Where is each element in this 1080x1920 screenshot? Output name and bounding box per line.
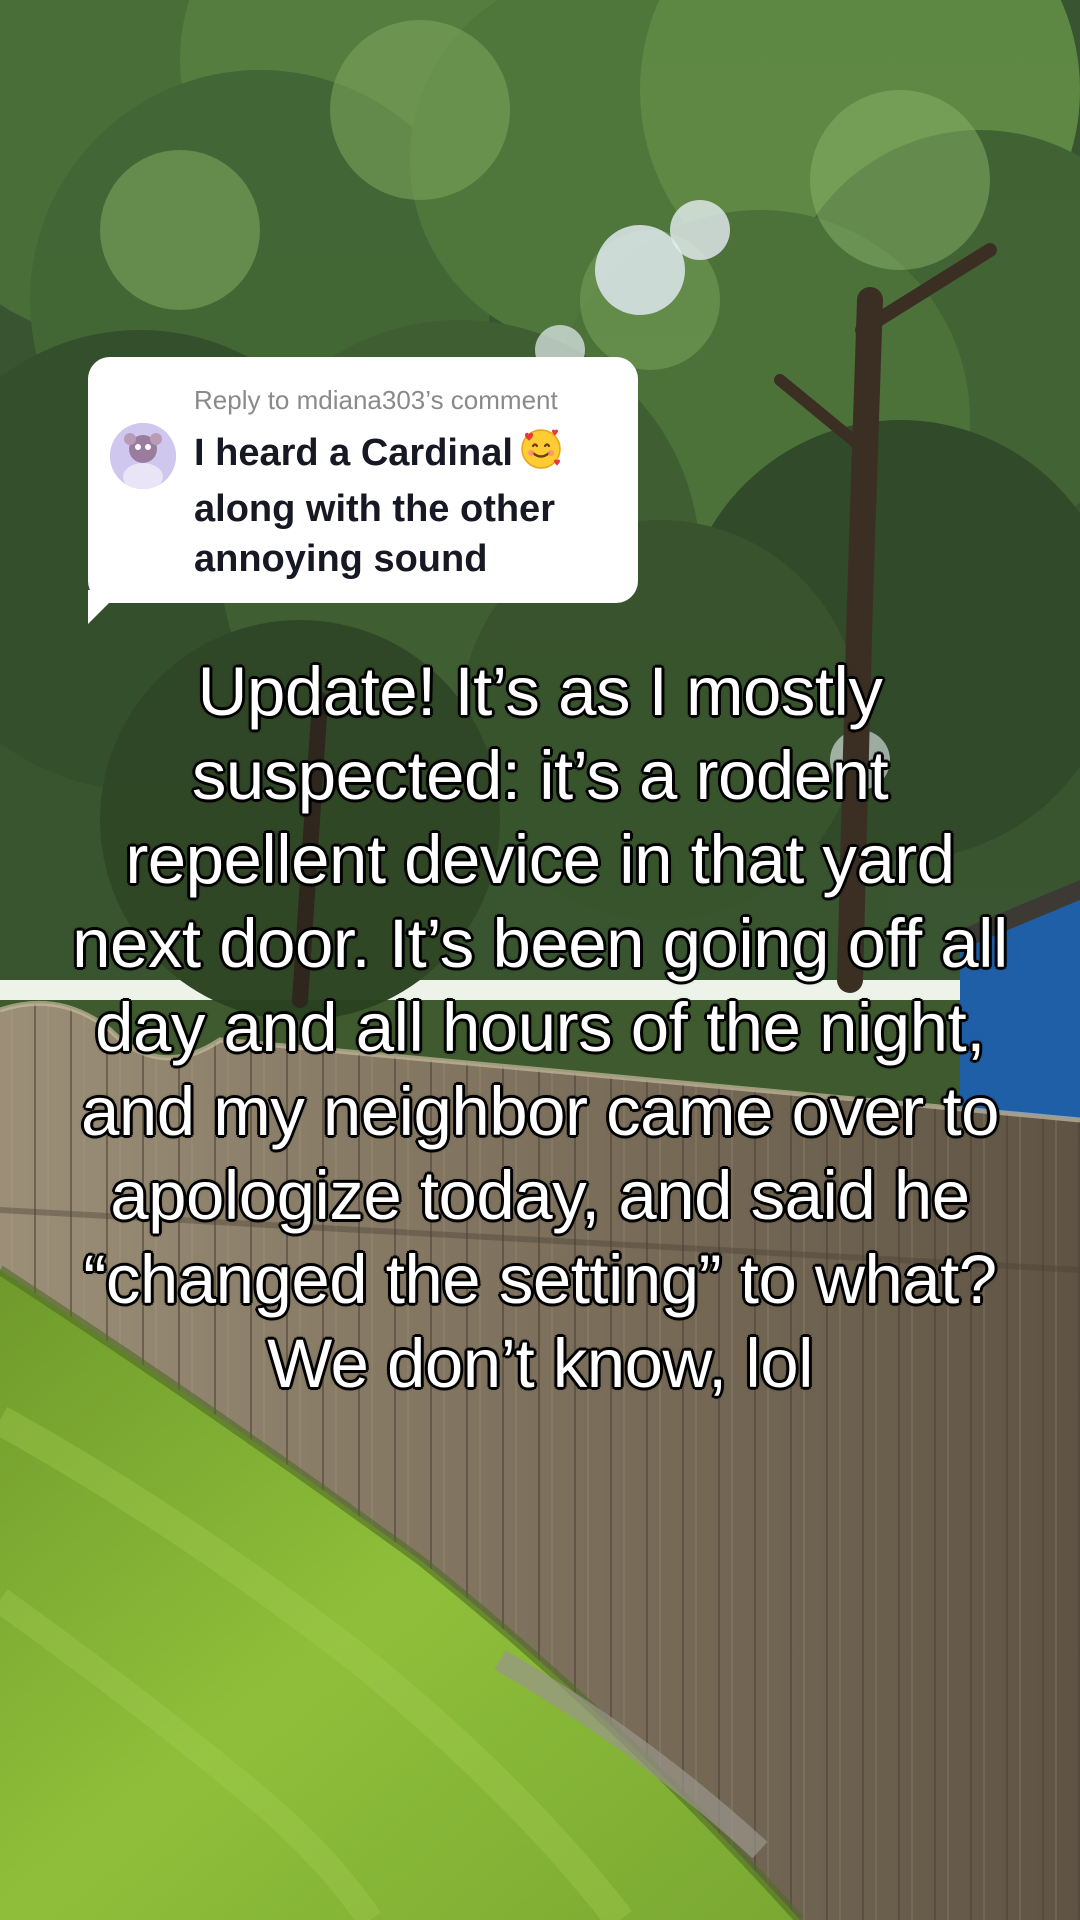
video-caption: Update! It’s as I mostly suspected: it’s… bbox=[71, 652, 1010, 1404]
reply-header: Reply to mdiana303’s comment bbox=[194, 385, 558, 415]
smiling-face-with-hearts-icon bbox=[519, 427, 563, 484]
reply-comment-text: I heard a Cardinal along with the other … bbox=[194, 427, 624, 584]
reply-bubble-tail bbox=[88, 590, 122, 624]
avatar bbox=[110, 423, 176, 489]
video-screen[interactable]: Reply to mdiana303’s comment I heard a C… bbox=[0, 0, 1080, 1920]
reply-comment-card[interactable]: Reply to mdiana303’s comment I heard a C… bbox=[88, 357, 638, 603]
reply-text-line1: I heard a Cardinal bbox=[194, 432, 513, 474]
reply-text-line2: along with the other annoying sound bbox=[194, 488, 555, 580]
